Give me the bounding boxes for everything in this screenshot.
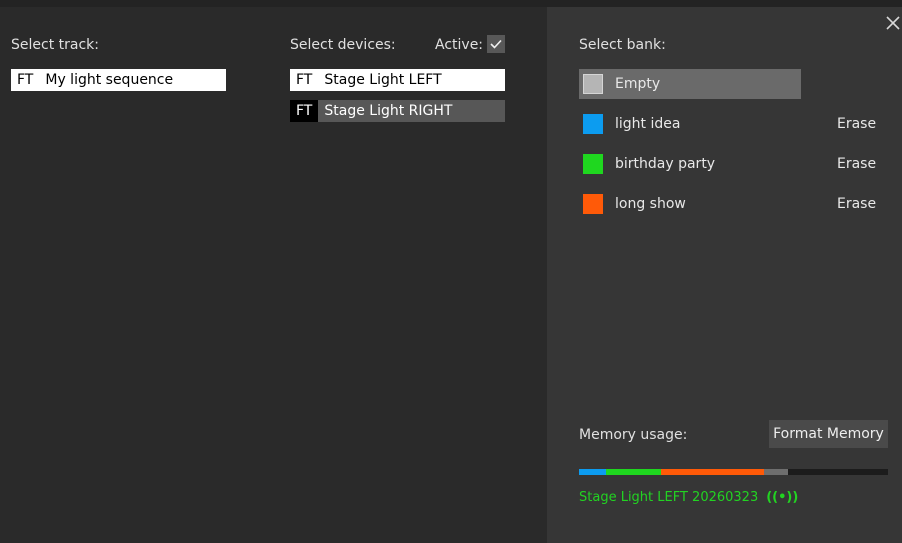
- top-strip: [0, 0, 902, 7]
- active-label: Active:: [435, 37, 484, 53]
- device-badge: FT: [296, 72, 313, 88]
- device-item-stage-light-right[interactable]: FT Stage Light RIGHT: [290, 100, 505, 122]
- device-badge: FT: [290, 100, 319, 122]
- device-item-stage-light-left[interactable]: FT Stage Light LEFT: [290, 69, 505, 91]
- select-track-label: Select track:: [11, 37, 99, 53]
- close-icon: [886, 16, 900, 30]
- select-devices-label: Select devices:: [290, 37, 396, 53]
- bank-color-swatch: [583, 74, 603, 94]
- device-name: Stage Light RIGHT: [324, 103, 453, 119]
- bank-name: light idea: [615, 116, 681, 132]
- select-bank-label: Select bank:: [579, 37, 666, 53]
- bank-color-swatch: [583, 154, 603, 174]
- track-badge: FT: [17, 72, 34, 88]
- bank-color-swatch: [583, 114, 603, 134]
- bank-item-light-idea[interactable]: light idea: [579, 109, 680, 139]
- erase-bank-button[interactable]: Erase: [837, 196, 876, 212]
- check-icon: [490, 39, 502, 49]
- bank-item-empty[interactable]: Empty: [579, 69, 801, 99]
- track-name: My light sequence: [45, 72, 174, 88]
- memory-segment-long-show: [661, 469, 765, 475]
- memory-usage-bar: [579, 469, 888, 475]
- erase-bank-button[interactable]: Erase: [837, 156, 876, 172]
- track-item-my-light-sequence[interactable]: FT My light sequence: [11, 69, 226, 91]
- bank-item-long-show[interactable]: long show: [579, 189, 686, 219]
- memory-segment-birthday-party: [606, 469, 662, 475]
- active-checkbox[interactable]: [487, 35, 505, 53]
- close-button[interactable]: [884, 14, 902, 34]
- memory-segment-light-idea: [579, 469, 607, 475]
- bank-name: long show: [615, 196, 686, 212]
- bank-name: birthday party: [615, 156, 716, 172]
- memory-segment-empty: [764, 469, 789, 475]
- broadcast-icon: ((•)): [766, 490, 799, 505]
- bank-name: Empty: [615, 76, 661, 92]
- device-status-text: Stage Light LEFT 20260323: [579, 490, 759, 505]
- bank-color-swatch: [583, 194, 603, 214]
- erase-bank-button[interactable]: Erase: [837, 116, 876, 132]
- bank-item-birthday-party[interactable]: birthday party: [579, 149, 715, 179]
- format-memory-button[interactable]: Format Memory: [769, 420, 888, 448]
- device-name: Stage Light LEFT: [324, 72, 442, 88]
- device-status: Stage Light LEFT 20260323 ((•)): [579, 490, 798, 505]
- memory-usage-label: Memory usage:: [579, 427, 688, 443]
